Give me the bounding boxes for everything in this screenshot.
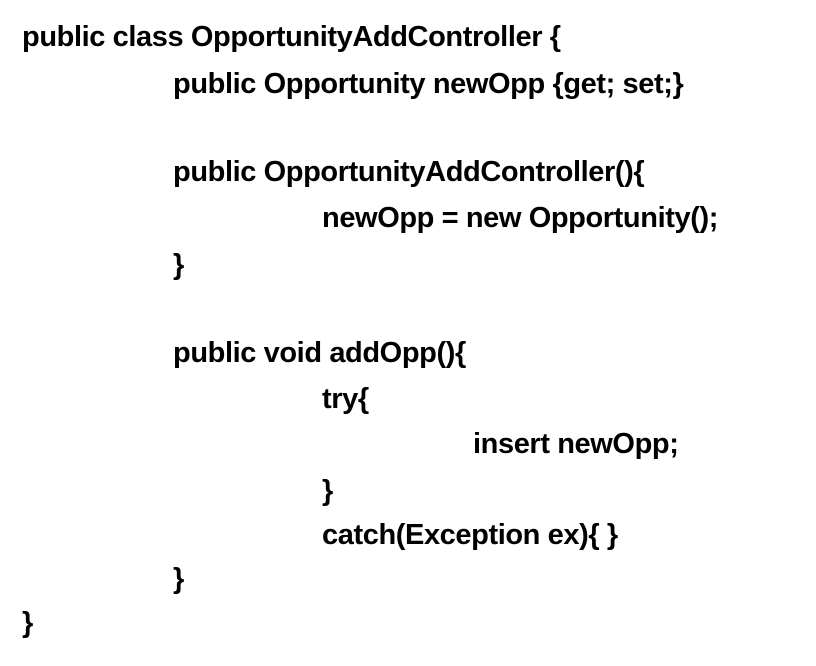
code-line-try: try{ — [322, 383, 369, 415]
code-line-constructor: public OpportunityAddController(){ — [173, 156, 645, 188]
code-line-insert: insert newOpp; — [473, 428, 679, 460]
code-line-method: public void addOpp(){ — [173, 337, 466, 369]
code-block: public class OpportunityAddController { … — [0, 0, 816, 666]
code-line-constructor-close: } — [173, 249, 184, 281]
code-line-property: public Opportunity newOpp {get; set;} — [173, 68, 684, 100]
code-line-try-close: } — [322, 475, 333, 507]
code-line-method-close: } — [173, 563, 184, 595]
code-line-class-declaration: public class OpportunityAddController { — [22, 21, 561, 53]
code-line-assignment: newOpp = new Opportunity(); — [322, 202, 718, 234]
code-line-catch: catch(Exception ex){ } — [322, 519, 618, 551]
code-line-class-close: } — [22, 607, 33, 639]
